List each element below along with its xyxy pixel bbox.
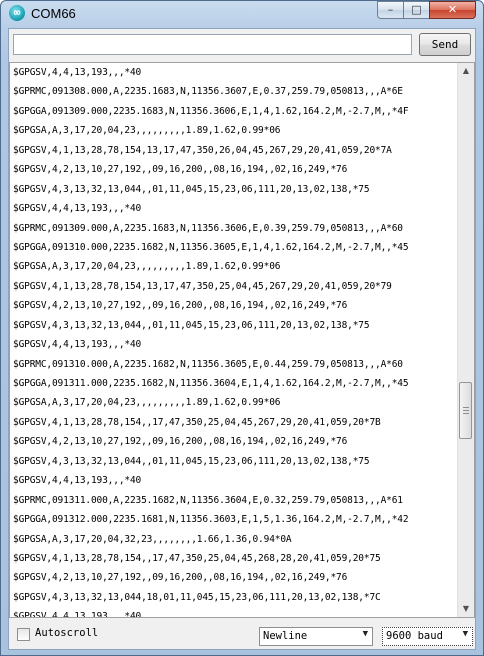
chevron-down-icon: ▼ — [462, 629, 468, 639]
serial-line: $GPRMC,091309.000,A,2235.1683,N,11356.36… — [13, 222, 403, 234]
autoscroll-label: Autoscroll — [35, 627, 99, 639]
serial-line: $GPRMC,091310.000,A,2235.1682,N,11356.36… — [13, 358, 403, 370]
line-ending-value: Newline — [263, 630, 308, 642]
serial-line: $GPGGA,091312.000,2235.1681,N,11356.3603… — [13, 514, 409, 526]
baud-rate-value: 9600 baud — [386, 630, 443, 642]
serial-output-area[interactable]: $GPGSV,4,4,13,193,,,*40 $GPRMC,091308.000… — [9, 62, 475, 618]
line-ending-select[interactable]: Newline ▼ — [259, 627, 373, 646]
serial-monitor-window: ∞ COM66 – □ ✕ Send $GPGSV,4,4,13,193,,,*… — [0, 0, 484, 656]
serial-line: $GPGSV,4,3,13,32,13,044,,01,11,045,15,23… — [13, 319, 370, 331]
grip-line — [463, 413, 469, 414]
serial-line: $GPGSV,4,4,13,193,,,*40 — [13, 339, 142, 351]
serial-line: $GPGSV,4,4,13,193,,,*40 — [13, 475, 142, 487]
maximize-button[interactable]: □ — [403, 1, 430, 19]
arduino-app-icon: ∞ — [9, 5, 25, 21]
send-button[interactable]: Send — [419, 33, 471, 56]
serial-line: $GPGSV,4,1,13,28,78,154,13,17,47,350,26,… — [13, 144, 392, 156]
serial-line: $GPGSV,4,2,13,10,27,192,,09,16,200,,08,1… — [13, 572, 348, 584]
serial-line: $GPGSV,4,1,13,28,78,154,,17,47,350,25,04… — [13, 416, 381, 428]
scroll-up-icon[interactable]: ▲ — [458, 63, 474, 79]
chevron-down-icon: ▼ — [362, 629, 368, 639]
close-button[interactable]: ✕ — [429, 1, 476, 19]
serial-line: $GPGSV,4,2,13,10,27,192,,09,16,200,,08,1… — [13, 300, 348, 312]
scroll-down-icon[interactable]: ▼ — [458, 601, 474, 617]
serial-line: $GPGSV,4,3,13,32,13,044,,01,11,045,15,23… — [13, 455, 370, 467]
scrollbar-thumb[interactable] — [459, 382, 472, 439]
serial-line: $GPGSV,4,3,13,32,13,044,18,01,11,045,15,… — [13, 591, 381, 603]
serial-output-log: $GPGSV,4,4,13,193,,,*40 $GPRMC,091308.000… — [13, 63, 457, 618]
serial-line: $GPRMC,091308.000,A,2235.1683,N,11356.36… — [13, 86, 403, 98]
autoscroll-checkbox[interactable] — [17, 628, 30, 641]
send-input[interactable] — [13, 34, 412, 55]
serial-line: $GPGSV,4,1,13,28,78,154,13,17,47,350,25,… — [13, 280, 392, 292]
title-bar[interactable]: ∞ COM66 – □ ✕ — [1, 1, 483, 27]
vertical-scrollbar[interactable]: ▲ ▼ — [457, 63, 474, 617]
serial-line: $GPGSA,A,3,17,20,04,23,,,,,,,,,1.89,1.62… — [13, 397, 281, 409]
serial-line: $GPGSV,4,1,13,28,78,154,,17,47,350,25,04… — [13, 552, 381, 564]
grip-line — [463, 407, 469, 408]
serial-line: $GPGSA,A,3,17,20,04,23,,,,,,,,,1.89,1.62… — [13, 261, 281, 273]
serial-line: $GPGSV,4,3,13,32,13,044,,01,11,045,15,23… — [13, 183, 370, 195]
serial-line: $GPGSV,4,4,13,193,,,*40 — [13, 203, 142, 215]
baud-rate-select[interactable]: 9600 baud ▼ — [382, 627, 473, 646]
serial-line: $GPGSA,A,3,17,20,04,23,,,,,,,,,1.89,1.62… — [13, 125, 281, 137]
serial-line: $GPGSV,4,4,13,193,,,*40 — [13, 67, 142, 78]
serial-line: $GPGSV,4,2,13,10,27,192,,09,16,200,,08,1… — [13, 164, 348, 176]
serial-line: $GPGSA,A,3,17,20,04,32,23,,,,,,,,1.66,1.… — [13, 533, 292, 545]
window-title: COM66 — [31, 6, 76, 21]
serial-line: $GPRMC,091311.000,A,2235.1682,N,11356.36… — [13, 494, 403, 506]
serial-line: $GPGGA,091309.000,2235.1683,N,11356.3606… — [13, 105, 409, 117]
serial-line: $GPGGA,091311.000,2235.1682,N,11356.3604… — [13, 378, 409, 389]
grip-line — [463, 410, 469, 411]
serial-line: $GPGGA,091310.000,2235.1682,N,11356.3605… — [13, 241, 409, 253]
minimize-button[interactable]: – — [377, 1, 404, 19]
serial-line: $GPGSV,4,2,13,10,27,192,,09,16,200,,08,1… — [13, 436, 348, 448]
serial-line: $GPGSV,4,4,13,193,,,*40 — [13, 611, 142, 618]
serial-monitor-client: Send $GPGSV,4,4,13,193,,,*40 $GPRMC,09130… — [8, 28, 476, 650]
footer-bar: Autoscroll Newline ▼ 9600 baud ▼ — [9, 621, 475, 649]
